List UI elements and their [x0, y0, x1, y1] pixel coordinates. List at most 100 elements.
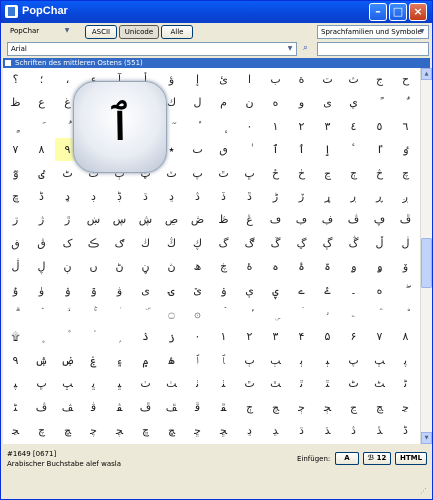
- char-cell[interactable]: ﭚ: [29, 372, 54, 395]
- char-cell[interactable]: ﭝ: [107, 372, 132, 395]
- char-cell[interactable]: ۲: [237, 325, 262, 348]
- insert-html-button[interactable]: HTML: [395, 452, 427, 465]
- char-cell[interactable]: ڥ: [367, 208, 392, 231]
- char-cell[interactable]: ﭩ: [3, 396, 28, 419]
- char-cell[interactable]: ڤ: [341, 208, 366, 231]
- char-cell[interactable]: ج: [367, 68, 392, 91]
- char-cell[interactable]: ﭼ: [81, 419, 106, 442]
- char-cell[interactable]: ﮄ: [289, 419, 314, 442]
- char-cell[interactable]: ۈ: [29, 279, 54, 302]
- char-cell[interactable]: ت: [315, 68, 340, 91]
- char-cell[interactable]: ﮃ: [263, 419, 288, 442]
- char-cell[interactable]: ۢ: [237, 302, 262, 325]
- char-cell[interactable]: ﭴ: [289, 396, 314, 419]
- char-cell[interactable]: و: [289, 91, 314, 114]
- char-cell[interactable]: ۶: [341, 325, 366, 348]
- char-cell[interactable]: ڑ: [263, 185, 288, 208]
- char-cell[interactable]: ڰ: [237, 232, 262, 255]
- char-cell[interactable]: ﭻ: [55, 419, 80, 442]
- char-cell[interactable]: ﭫ: [55, 396, 80, 419]
- char-cell[interactable]: ٠: [237, 115, 262, 138]
- char-cell[interactable]: ﮂ: [237, 419, 262, 442]
- char-cell[interactable]: ڡ: [263, 208, 288, 231]
- char-cell[interactable]: ۤ: [289, 302, 314, 325]
- char-cell[interactable]: ﭭ: [107, 396, 132, 419]
- char-cell[interactable]: ۀ: [237, 255, 262, 278]
- char-cell[interactable]: ڟ: [211, 208, 236, 231]
- char-cell[interactable]: ۑ: [263, 279, 288, 302]
- char-cell[interactable]: ﭿ: [159, 419, 184, 442]
- char-cell[interactable]: ۣ: [263, 302, 288, 325]
- char-cell[interactable]: ﭢ: [237, 372, 262, 395]
- char-cell[interactable]: ګ: [107, 232, 132, 255]
- char-cell[interactable]: ۃ: [315, 255, 340, 278]
- char-cell[interactable]: ﭤ: [289, 372, 314, 395]
- char-cell[interactable]: ٨: [29, 138, 54, 161]
- char-cell[interactable]: ﮀ: [185, 419, 210, 442]
- char-cell[interactable]: ﭥ: [315, 372, 340, 395]
- char-cell[interactable]: ﭷ: [367, 396, 392, 419]
- char-cell[interactable]: ۖ: [393, 279, 418, 302]
- char-cell[interactable]: ڬ: [133, 232, 158, 255]
- char-cell[interactable]: ﭵ: [315, 396, 340, 419]
- char-cell[interactable]: ؛: [29, 68, 54, 91]
- char-cell[interactable]: ﭨ: [393, 372, 418, 395]
- char-cell[interactable]: ﭧ: [367, 372, 392, 395]
- char-cell[interactable]: ۰: [185, 325, 210, 348]
- char-cell[interactable]: ٴ: [341, 138, 366, 161]
- char-cell[interactable]: ﮇ: [367, 419, 392, 442]
- char-cell[interactable]: ڵ: [367, 232, 392, 255]
- char-cell[interactable]: ڕ: [367, 185, 392, 208]
- char-cell[interactable]: څ: [367, 162, 392, 185]
- char-cell[interactable]: ڭ: [159, 232, 184, 255]
- char-cell[interactable]: ٧: [3, 138, 28, 161]
- char-cell[interactable]: ۛ: [107, 302, 132, 325]
- char-cell[interactable]: ح: [393, 68, 418, 91]
- char-cell[interactable]: ژ: [29, 208, 54, 231]
- char-cell[interactable]: پ: [185, 162, 210, 185]
- char-cell[interactable]: ٦: [393, 115, 418, 138]
- char-cell[interactable]: ڮ: [185, 232, 210, 255]
- char-cell[interactable]: ﭑ: [211, 349, 236, 372]
- char-cell[interactable]: ﭛ: [55, 372, 80, 395]
- char-cell[interactable]: ﮆ: [341, 419, 366, 442]
- char-cell[interactable]: ۉ: [55, 279, 80, 302]
- char-cell[interactable]: ۄ: [341, 255, 366, 278]
- char-cell[interactable]: ڶ: [393, 232, 418, 255]
- char-cell[interactable]: ۿ: [159, 349, 184, 372]
- char-cell[interactable]: ﭣ: [263, 372, 288, 395]
- filter-ascii-button[interactable]: ASCII: [85, 25, 117, 39]
- char-cell[interactable]: ٱ: [263, 138, 288, 161]
- char-cell[interactable]: ۧ: [367, 302, 392, 325]
- char-cell[interactable]: ﭶ: [341, 396, 366, 419]
- char-cell[interactable]: ہ: [263, 255, 288, 278]
- char-cell[interactable]: ١: [263, 115, 288, 138]
- char-cell[interactable]: ړ: [315, 185, 340, 208]
- insert-size-button[interactable]: ℬ 12: [363, 452, 391, 465]
- char-cell[interactable]: ڗ: [3, 208, 28, 231]
- char-cell[interactable]: ۯ: [159, 325, 184, 348]
- char-cell[interactable]: ٿ: [211, 162, 236, 185]
- char-cell[interactable]: ﭯ: [159, 396, 184, 419]
- char-cell[interactable]: ڎ: [185, 185, 210, 208]
- search-input[interactable]: [317, 42, 429, 56]
- char-cell[interactable]: ث: [341, 68, 366, 91]
- char-cell[interactable]: ڛ: [107, 208, 132, 231]
- char-cell[interactable]: ۻ: [55, 349, 80, 372]
- char-cell[interactable]: ڜ: [133, 208, 158, 231]
- char-cell[interactable]: ﭾ: [133, 419, 158, 442]
- minimize-button[interactable]: –: [369, 3, 387, 21]
- char-cell[interactable]: ﭔ: [289, 349, 314, 372]
- char-cell[interactable]: ځ: [263, 162, 288, 185]
- char-cell[interactable]: ڋ: [107, 185, 132, 208]
- char-cell[interactable]: ﮈ: [393, 419, 418, 442]
- char-cell[interactable]: ۼ: [81, 349, 106, 372]
- char-cell[interactable]: ڸ: [29, 255, 54, 278]
- char-cell[interactable]: گ: [211, 232, 236, 255]
- char-cell[interactable]: ٹ: [55, 162, 80, 185]
- char-cell[interactable]: ڼ: [133, 255, 158, 278]
- char-cell[interactable]: ۮ: [133, 325, 158, 348]
- char-cell[interactable]: ﭺ: [29, 419, 54, 442]
- char-cell[interactable]: ۹: [3, 349, 28, 372]
- char-cell[interactable]: ۇ: [3, 279, 28, 302]
